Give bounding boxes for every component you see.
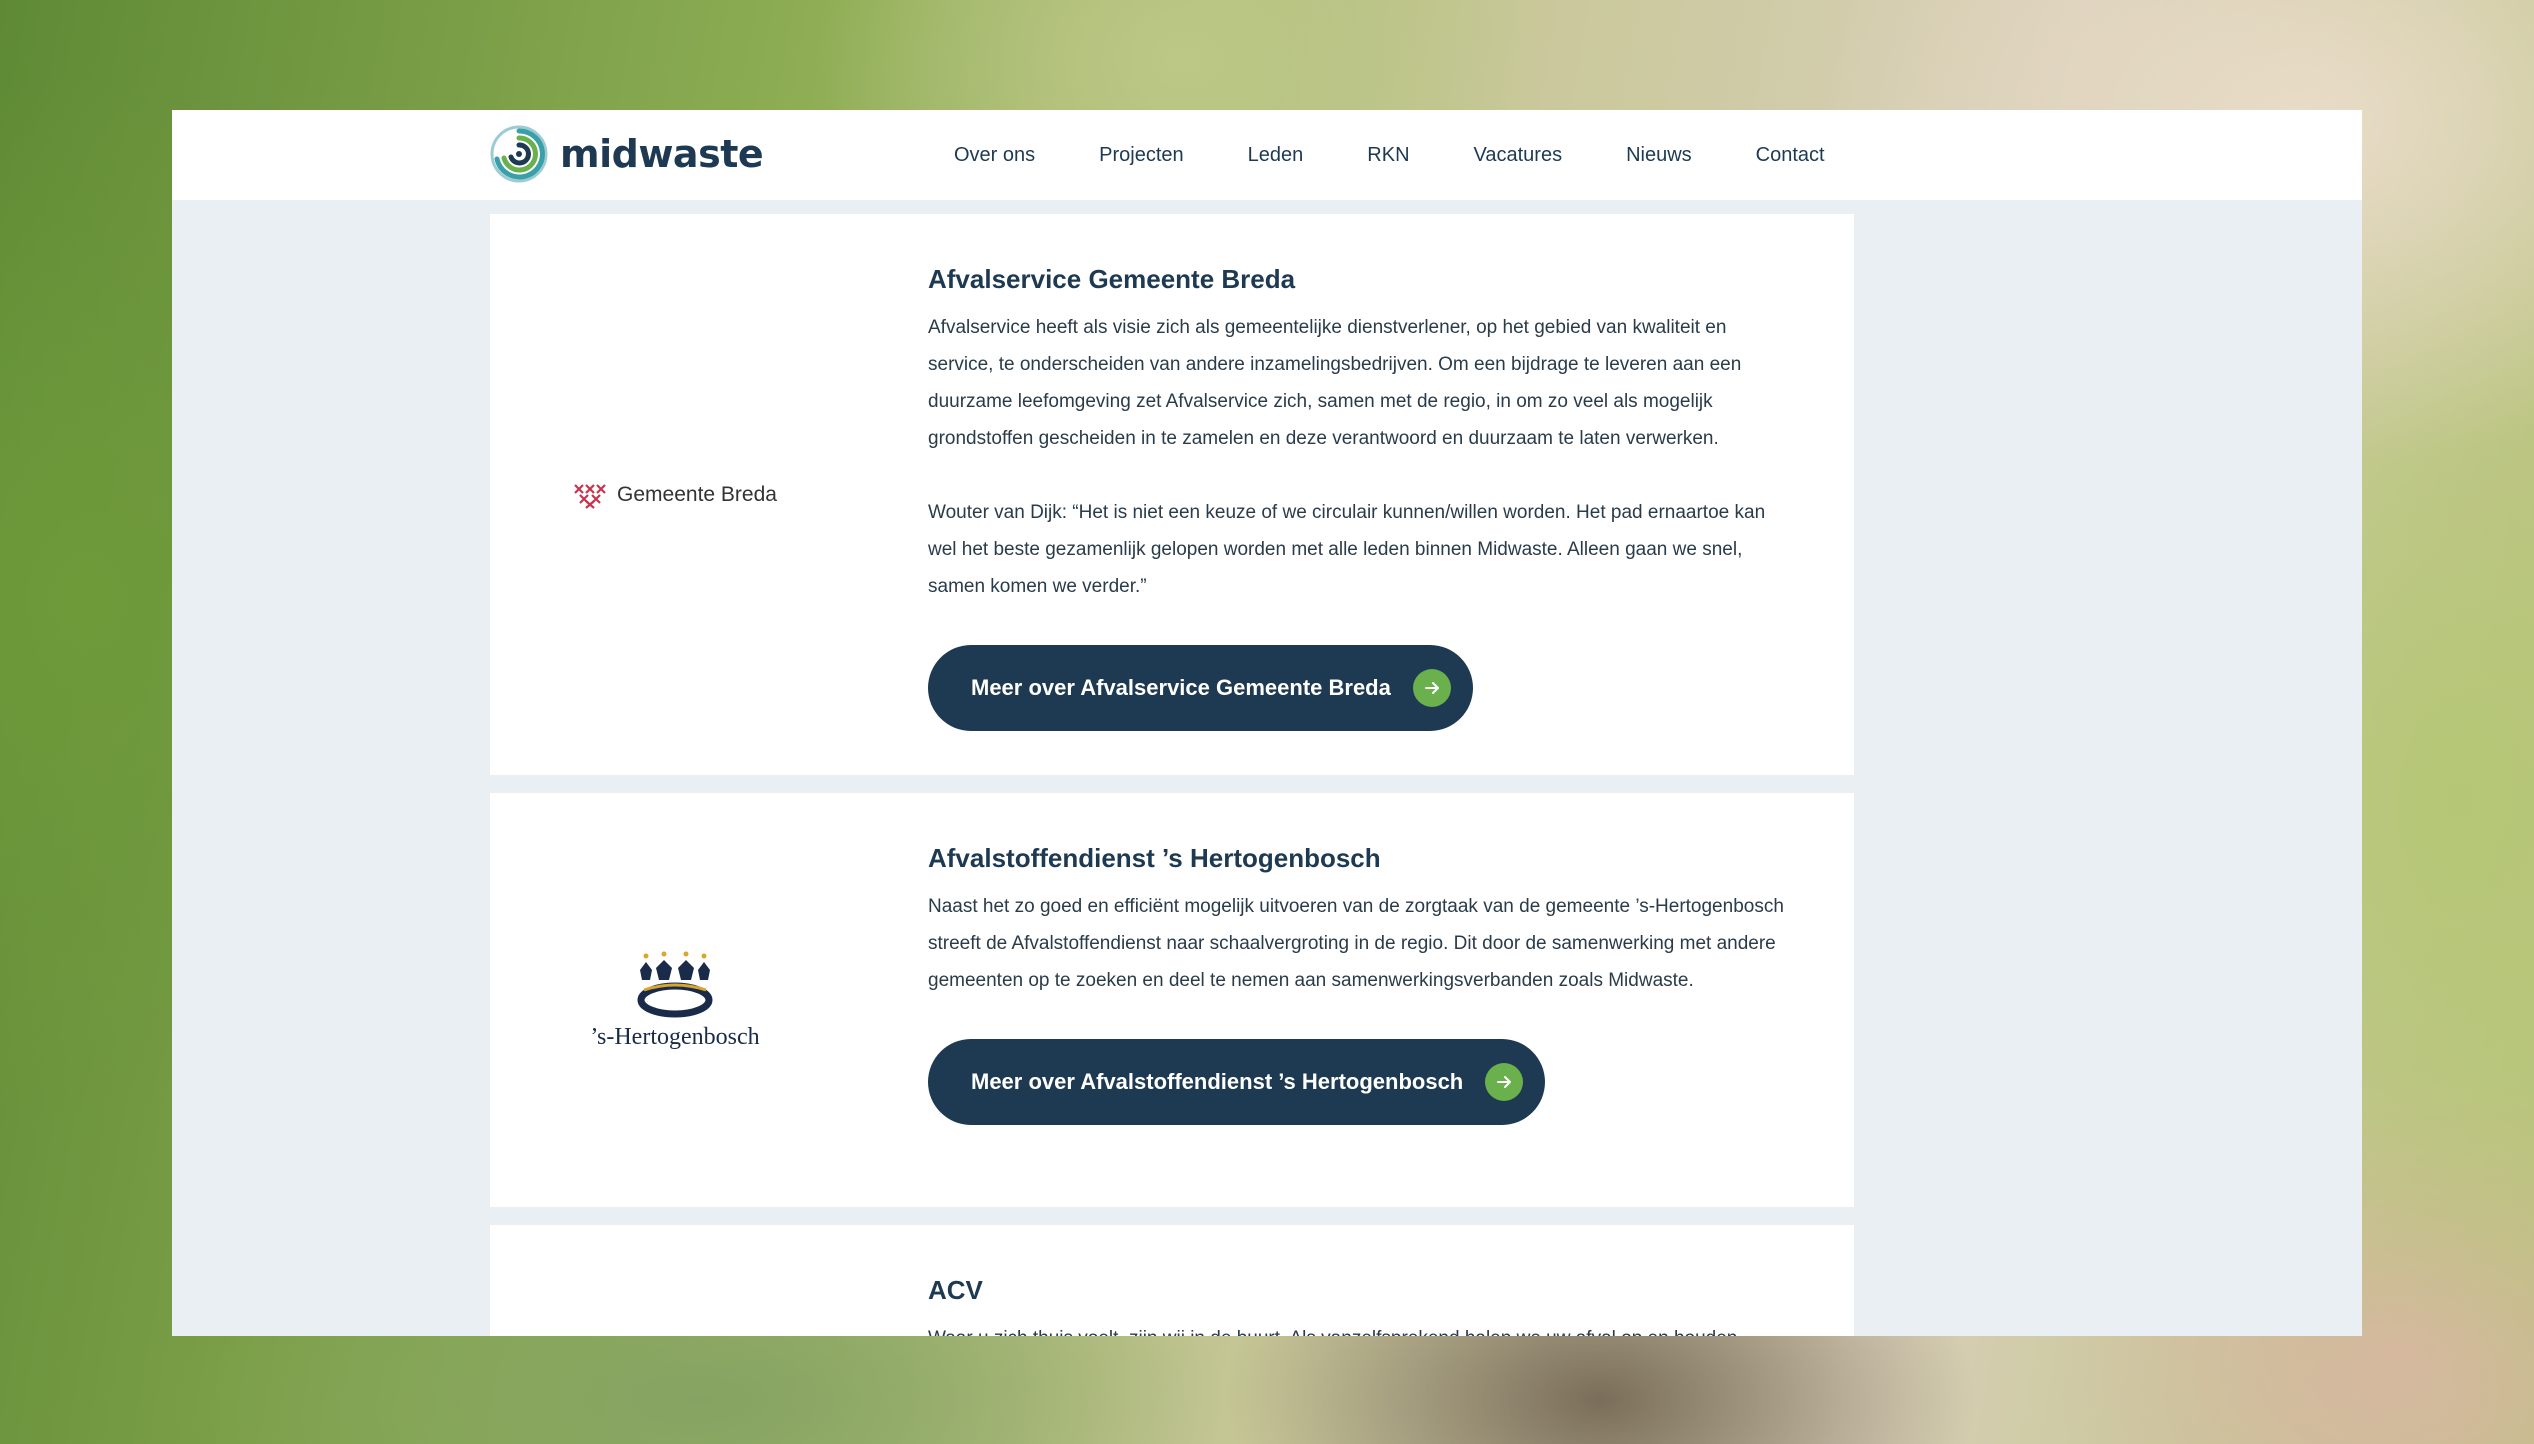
nav-rkn[interactable]: RKN bbox=[1367, 144, 1409, 167]
breda-logo-text: Gemeente Breda bbox=[617, 482, 777, 506]
site-logo[interactable]: midwaste bbox=[490, 125, 764, 183]
browser-viewport: midwaste Over ons Projecten Leden RKN Va… bbox=[172, 110, 2362, 1336]
member-card: Gemeente Breda Afvalservice Gemeente Bre… bbox=[490, 214, 1854, 775]
member-logo: ’s-Hertogenbosch bbox=[490, 793, 860, 1207]
swirl-logo-icon bbox=[490, 125, 548, 183]
nav-projecten[interactable]: Projecten bbox=[1099, 144, 1184, 167]
member-title: Afvalservice Gemeente Breda bbox=[928, 264, 1296, 294]
member-card: ACV Waar u zich thuis voelt, zijn wij in… bbox=[490, 1225, 1854, 1336]
member-description: Naast het zo goed en efficiënt mogelijk … bbox=[928, 896, 1784, 991]
member-quote: Wouter van Dijk: “Het is niet een keuze … bbox=[928, 502, 1766, 597]
nav-leden[interactable]: Leden bbox=[1248, 144, 1304, 167]
breda-crest-icon bbox=[574, 483, 606, 509]
main-menu: Over ons Projecten Leden RKN Vacatures N… bbox=[954, 110, 1889, 200]
brand-name: midwaste bbox=[560, 132, 764, 176]
more-hertogenbosch-button[interactable]: Meer over Afvalstoffendienst ’s Hertogen… bbox=[928, 1039, 1546, 1125]
member-description: Waar u zich thuis voelt, zijn wij in de … bbox=[928, 1320, 1788, 1336]
crown-crest-icon bbox=[637, 951, 713, 1017]
member-title: Afvalstoffendienst ’s Hertogenbosch bbox=[928, 843, 1381, 873]
nav-nieuws[interactable]: Nieuws bbox=[1626, 144, 1692, 167]
member-logo: Gemeente Breda bbox=[490, 214, 860, 775]
arrow-right-icon bbox=[1412, 669, 1451, 707]
nav-over-ons[interactable]: Over ons bbox=[954, 144, 1035, 167]
button-label: Meer over Afvalservice Gemeente Breda bbox=[971, 675, 1391, 700]
member-card: ’s-Hertogenbosch Afvalstoffendienst ’s H… bbox=[490, 793, 1854, 1207]
member-description: Afvalservice heeft als visie zich als ge… bbox=[928, 317, 1742, 449]
button-label: Meer over Afvalstoffendienst ’s Hertogen… bbox=[971, 1069, 1464, 1094]
member-title: ACV bbox=[928, 1275, 983, 1305]
nav-contact[interactable]: Contact bbox=[1756, 144, 1825, 167]
nav-vacatures[interactable]: Vacatures bbox=[1474, 144, 1563, 167]
site-header: midwaste Over ons Projecten Leden RKN Va… bbox=[172, 110, 2362, 200]
arrow-right-icon bbox=[1485, 1063, 1524, 1101]
hertogenbosch-logo-text: ’s-Hertogenbosch bbox=[590, 1023, 760, 1050]
more-breda-button[interactable]: Meer over Afvalservice Gemeente Breda bbox=[928, 645, 1473, 731]
